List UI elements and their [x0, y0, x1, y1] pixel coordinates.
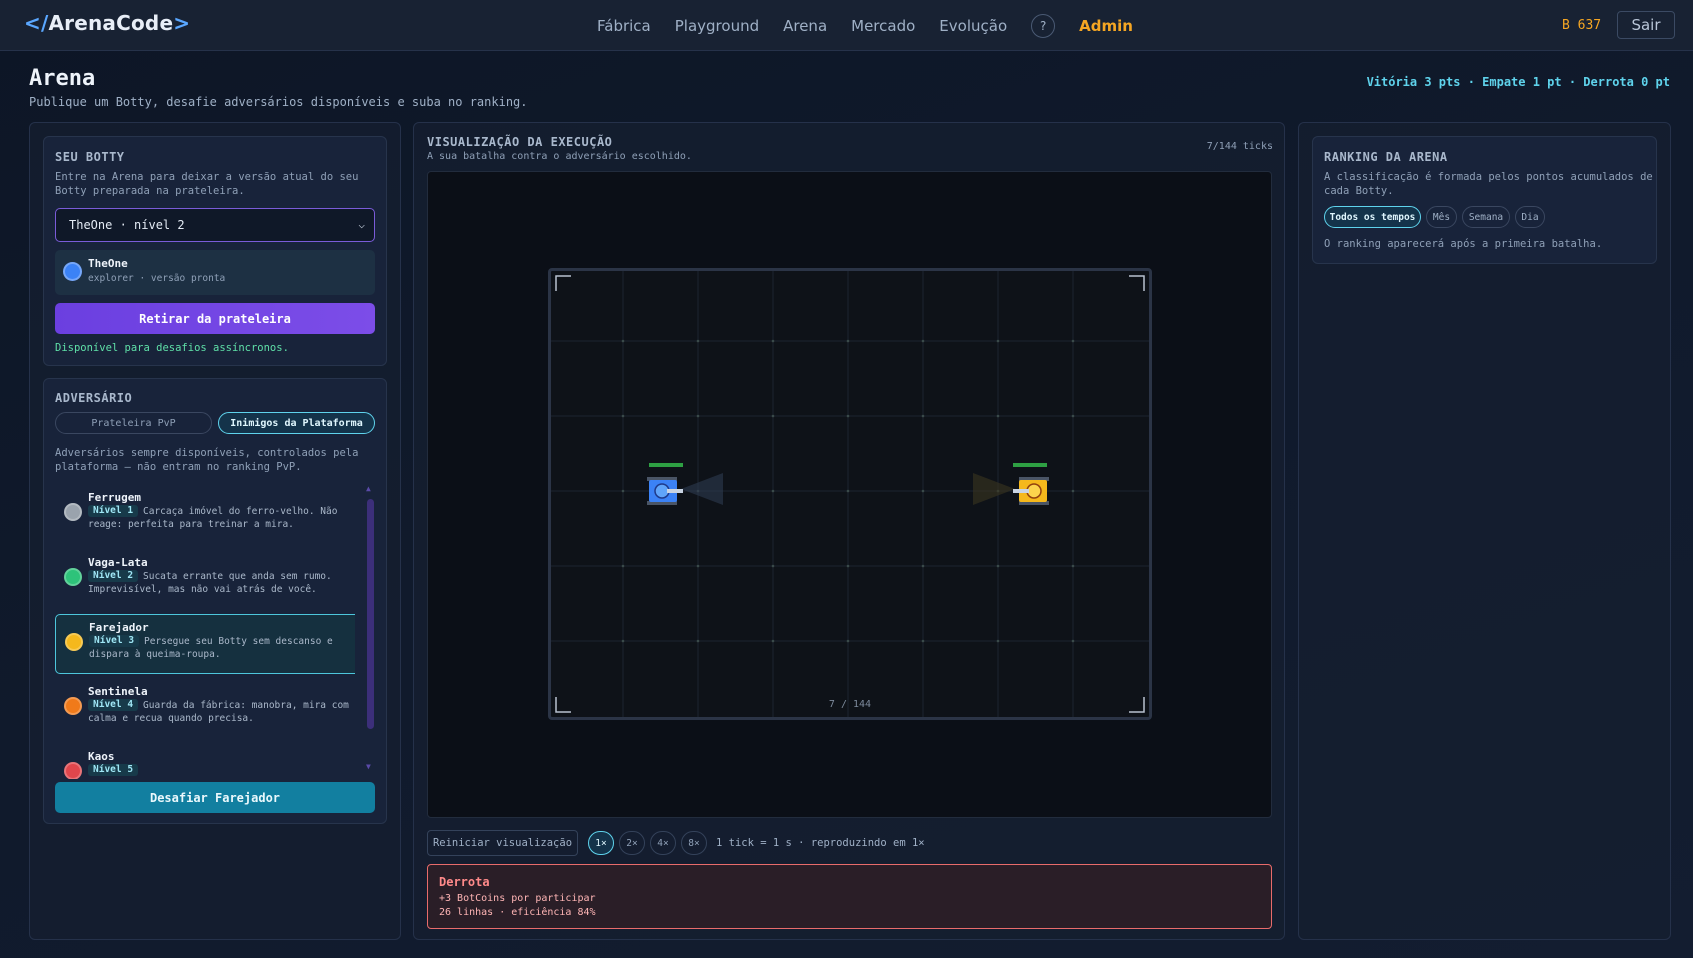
- opponent-name: Ferrugem: [88, 491, 141, 504]
- botcoins-balance: B 637: [1562, 18, 1602, 33]
- opponent-desc: Sucata errante que anda sem rumo. Imprev…: [88, 571, 332, 595]
- logo-bracket-close: >: [173, 11, 191, 35]
- arena-grid: [551, 271, 1149, 717]
- main-nav: Fábrica Playground Arena Mercado Evoluçã…: [597, 0, 1133, 51]
- opponent-desc: Persegue seu Botty sem descanso e dispar…: [89, 636, 333, 660]
- battle-stage: 7 / 144: [427, 171, 1272, 818]
- result-reward: +3 BotCoins por participar: [439, 893, 596, 904]
- opponent-kaos[interactable]: Kaos Nível 5: [55, 744, 355, 779]
- adversary-heading: ADVERSÁRIO: [55, 391, 133, 405]
- filter-all-time[interactable]: Todos os tempos: [1324, 206, 1421, 228]
- scoring-rules: Vitória 3 pts · Empate 1 pt · Derrota 0 …: [1366, 75, 1670, 89]
- botty-desc-1: Entre na Arena para deixar a versão atua…: [55, 171, 359, 183]
- ranking-empty-state: O ranking aparecerá após a primeira bata…: [1324, 238, 1603, 250]
- speed-4x-button[interactable]: 4×: [650, 831, 676, 855]
- visualization-heading: VISUALIZAÇÃO DA EXECUÇÃO: [427, 135, 613, 149]
- ranking-desc-1: A classificação é formada pelos pontos a…: [1324, 171, 1653, 183]
- opponent-name: Vaga-Lata: [88, 556, 148, 569]
- chevron-down-icon: ⌵: [358, 218, 365, 231]
- nav-evolucao[interactable]: Evolução: [939, 17, 1007, 35]
- opponent-farejador[interactable]: Farejador Nível 3 Persegue seu Botty sem…: [55, 614, 355, 674]
- page-title: Arena: [29, 66, 96, 91]
- page-subtitle: Publique um Botty, desafie adversários d…: [29, 95, 528, 109]
- speed-info: 1 tick = 1 s · reproduzindo em 1×: [716, 837, 925, 849]
- botty-name: TheOne: [88, 257, 128, 270]
- ranking-panel: RANKING DA ARENA A classificação é forma…: [1298, 122, 1671, 940]
- tab-platform-enemies[interactable]: Inimigos da Plataforma: [218, 412, 375, 434]
- opponent-color-dot: [64, 762, 82, 779]
- opponent-color-dot: [65, 633, 83, 651]
- opponent-color-dot: [64, 697, 82, 715]
- ranking-desc-2: cada Botty.: [1324, 185, 1394, 197]
- nav-fabrica[interactable]: Fábrica: [597, 17, 651, 35]
- adversary-tabs: Prateleira PvP Inimigos da Plataforma: [55, 412, 375, 434]
- ranking-card: RANKING DA ARENA A classificação é forma…: [1312, 136, 1657, 264]
- challenge-button[interactable]: Desafiar Farejador: [55, 782, 375, 813]
- opponent-name: Farejador: [89, 621, 149, 634]
- scroll-down-icon[interactable]: ▼: [366, 762, 371, 771]
- nav-mercado[interactable]: Mercado: [851, 17, 915, 35]
- result-title: Derrota: [439, 875, 490, 889]
- botty-color-dot: [63, 262, 82, 281]
- opponent-desc: Carcaça imóvel do ferro-velho. Não reage…: [88, 506, 338, 530]
- logo-bracket-open: </: [24, 11, 49, 35]
- adversary-desc-1: Adversários sempre disponíveis, controla…: [55, 447, 359, 459]
- logo-text: ArenaCode: [48, 11, 174, 35]
- tick-counter: 7/144 ticks: [1206, 141, 1273, 152]
- botty-select[interactable]: TheOne · nível 2 ⌵: [55, 208, 375, 242]
- opponent-name: Kaos: [88, 750, 115, 763]
- logo[interactable]: </ArenaCode>: [24, 11, 190, 35]
- result-stats: 26 linhas · eficiência 84%: [439, 907, 596, 918]
- opponent-ferrugem[interactable]: Ferrugem Nível 1 Carcaça imóvel do ferro…: [55, 485, 355, 545]
- withdraw-button[interactable]: Retirar da prateleira: [55, 303, 375, 334]
- enemy-tank: [973, 463, 1049, 505]
- logout-button[interactable]: Sair: [1617, 11, 1675, 39]
- speed-2x-button[interactable]: 2×: [619, 831, 645, 855]
- arena-field: 7 / 144: [548, 268, 1152, 720]
- nav-admin[interactable]: Admin: [1079, 17, 1133, 35]
- opponent-vaga-lata[interactable]: Vaga-Lata Nível 2 Sucata errante que and…: [55, 550, 355, 610]
- restart-visualization-button[interactable]: Reiniciar visualização: [427, 830, 578, 856]
- botty-status: Disponível para desafios assíncronos.: [55, 342, 289, 354]
- opponent-color-dot: [64, 503, 82, 521]
- botty-card: SEU BOTTY Entre na Arena para deixar a v…: [43, 136, 387, 366]
- help-icon[interactable]: ?: [1031, 13, 1056, 38]
- filter-day[interactable]: Dia: [1515, 206, 1545, 228]
- opponent-level: Nível 5: [88, 764, 139, 776]
- speed-8x-button[interactable]: 8×: [681, 831, 707, 855]
- top-bar: </ArenaCode> Fábrica Playground Arena Me…: [0, 0, 1693, 51]
- filter-month[interactable]: Mês: [1426, 206, 1457, 228]
- opponent-color-dot: [64, 568, 82, 586]
- visualization-subtitle: A sua batalha contra o adversário escolh…: [427, 151, 692, 162]
- botty-select-value: TheOne · nível 2: [69, 218, 185, 232]
- opponent-name: Sentinela: [88, 685, 148, 698]
- botty-heading: SEU BOTTY: [55, 150, 125, 164]
- playback-progress: 7 / 144: [828, 699, 872, 710]
- ranking-heading: RANKING DA ARENA: [1324, 150, 1448, 164]
- opponent-desc: Guarda da fábrica: manobra, mira com cal…: [88, 700, 349, 724]
- botty-meta: explorer · versão pronta: [88, 273, 226, 284]
- opponent-list: Ferrugem Nível 1 Carcaça imóvel do ferro…: [55, 485, 355, 779]
- adversary-card: ADVERSÁRIO Prateleira PvP Inimigos da Pl…: [43, 378, 387, 824]
- player-tank: [647, 463, 723, 505]
- nav-arena[interactable]: Arena: [783, 17, 827, 35]
- visualization-panel: VISUALIZAÇÃO DA EXECUÇÃO A sua batalha c…: [413, 122, 1285, 940]
- opponent-sentinela[interactable]: Sentinela Nível 4 Guarda da fábrica: man…: [55, 679, 355, 739]
- tab-pvp-shelf[interactable]: Prateleira PvP: [55, 412, 212, 434]
- speed-1x-button[interactable]: 1×: [588, 831, 614, 855]
- botty-desc-2: Botty preparada na prateleira.: [55, 185, 245, 197]
- scroll-up-icon[interactable]: ▲: [366, 484, 371, 493]
- left-panel: SEU BOTTY Entre na Arena para deixar a v…: [29, 122, 401, 940]
- adversary-desc-2: plataforma — não entram no ranking PvP.: [55, 461, 302, 473]
- filter-week[interactable]: Semana: [1462, 206, 1510, 228]
- opponent-list-scrollbar[interactable]: [367, 499, 374, 729]
- nav-playground[interactable]: Playground: [675, 17, 759, 35]
- botty-chip: TheOne explorer · versão pronta: [55, 250, 375, 295]
- battle-result: Derrota +3 BotCoins por participar 26 li…: [427, 864, 1272, 929]
